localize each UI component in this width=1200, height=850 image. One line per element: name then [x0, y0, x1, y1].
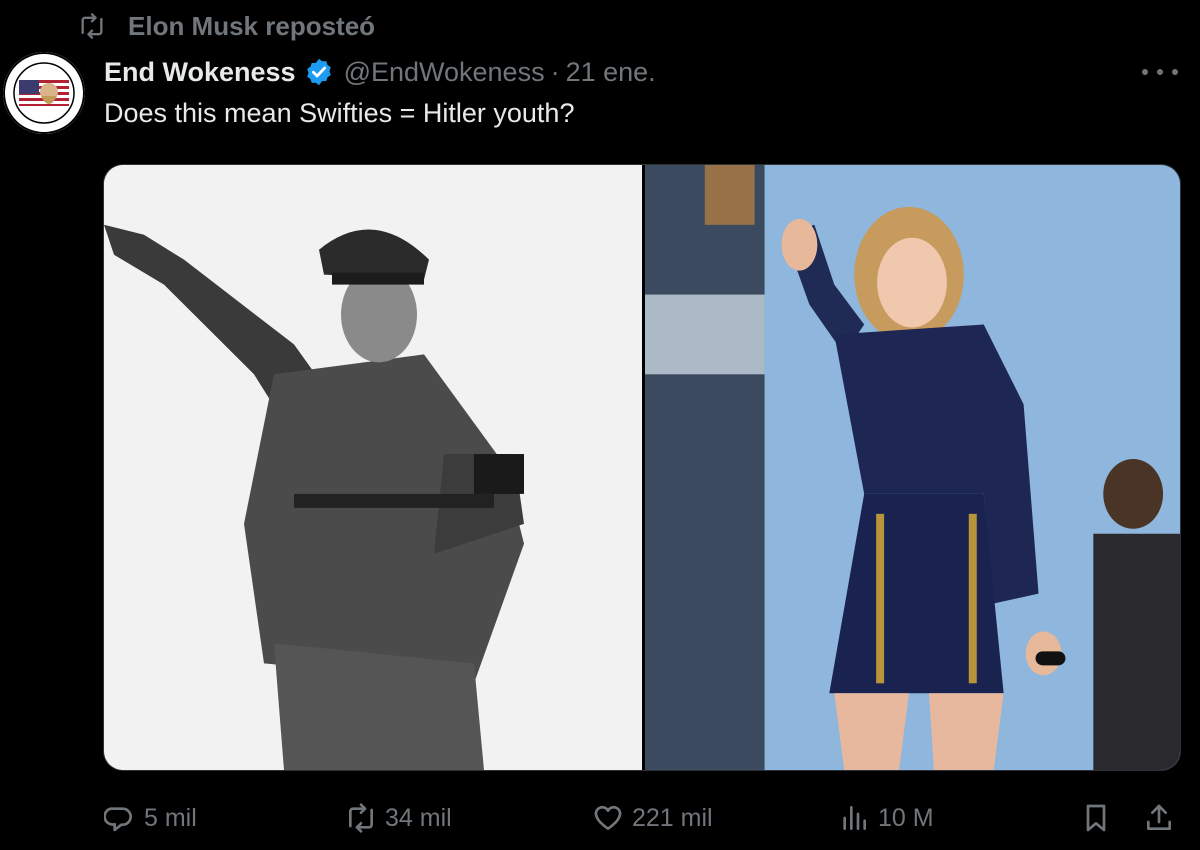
reply-count: 5 mil [144, 803, 197, 832]
bookmark-button[interactable] [1080, 795, 1120, 841]
repost-icon [81, 13, 103, 39]
like-count: 221 mil [632, 803, 713, 832]
tweet-date[interactable]: 21 ene. [566, 57, 656, 88]
repost-count: 34 mil [385, 803, 452, 832]
heart-icon [594, 805, 622, 830]
tweet-actions: 5 mil 34 mil 221 mil 10 M [0, 795, 1200, 841]
views-count: 10 M [878, 803, 934, 832]
views-chart-icon [843, 806, 866, 830]
tweet-text: Does this mean Swifties = Hitler youth? [104, 98, 575, 128]
media-image-right[interactable] [645, 165, 1180, 770]
user-handle[interactable]: @EndWokeness [344, 57, 545, 88]
separator-dot: · [550, 56, 560, 87]
avatar[interactable] [3, 52, 85, 134]
more-options-icon[interactable] [1142, 58, 1178, 86]
verified-badge-icon[interactable] [304, 57, 334, 87]
repost-label: Elon Musk reposteó [128, 10, 376, 41]
reply-icon [104, 807, 132, 832]
display-name[interactable]: End Wokeness [104, 57, 296, 88]
views-button[interactable]: 10 M [838, 795, 934, 841]
like-button[interactable]: 221 mil [592, 795, 713, 841]
repost-indicator[interactable]: Elon Musk reposteó [78, 8, 375, 44]
media-image-left[interactable] [104, 165, 642, 770]
tweet-media[interactable] [103, 164, 1181, 771]
share-icon [1147, 804, 1171, 830]
repost-icon [349, 803, 373, 833]
bookmark-icon [1086, 804, 1106, 832]
share-button[interactable] [1143, 795, 1183, 841]
repost-button[interactable]: 34 mil [345, 795, 452, 841]
tweet-header: End Wokeness @EndWokeness · 21 ene. [104, 52, 656, 92]
reply-button[interactable]: 5 mil [104, 795, 197, 841]
